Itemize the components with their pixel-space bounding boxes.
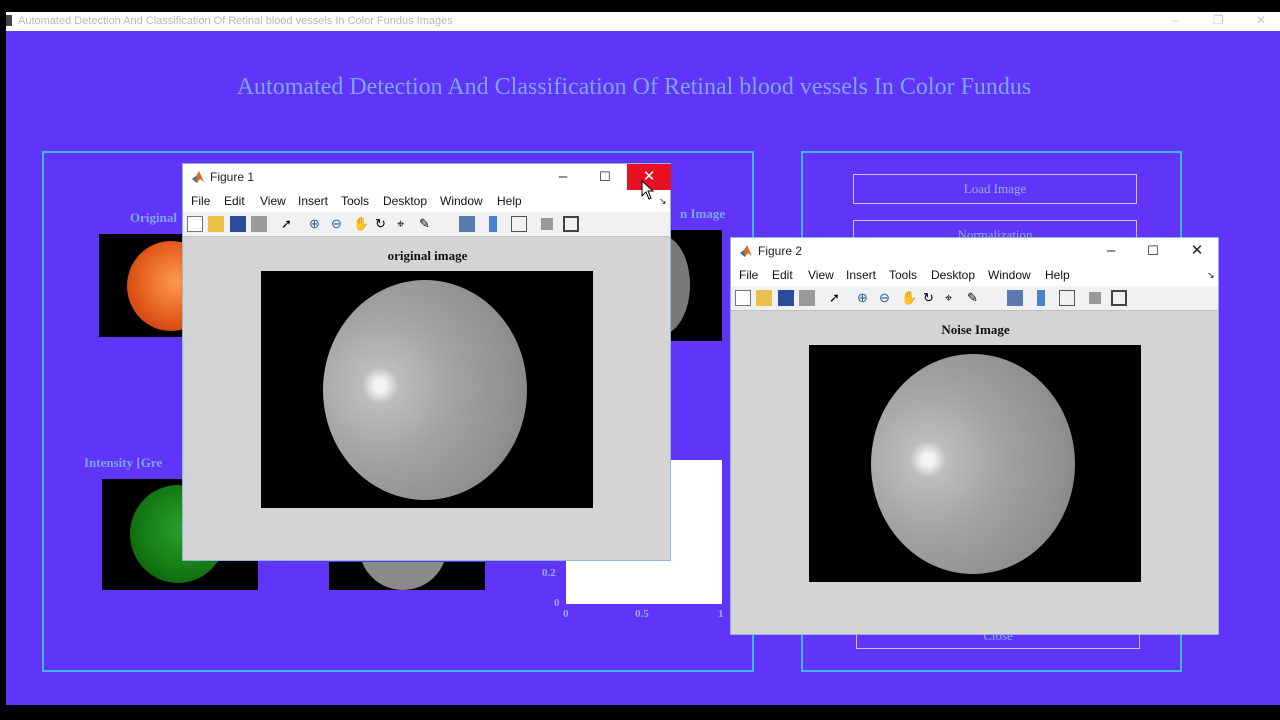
menu-window[interactable]: Window xyxy=(988,268,1031,282)
intensity-axis-title: Intensity [Gre xyxy=(84,455,163,470)
figure2-window: Figure 2 – ☐ ✕ File Edit View Insert Too… xyxy=(730,237,1219,635)
figure1-plot-title: original image xyxy=(387,248,468,263)
link-plot-icon[interactable] xyxy=(1007,290,1023,306)
legend-icon[interactable] xyxy=(1059,290,1075,306)
original-axis-title: Original xyxy=(130,210,177,225)
hide-plot-tools-icon[interactable] xyxy=(1089,292,1101,304)
minimize-icon[interactable]: – xyxy=(1172,13,1179,27)
menu-edit[interactable]: Edit xyxy=(772,268,793,282)
noise-axis-title: n Image xyxy=(680,206,726,221)
maximize-icon[interactable]: ❐ xyxy=(1213,13,1224,27)
menu-tools[interactable]: Tools xyxy=(889,268,917,282)
figure1-menubar: File Edit View Insert Tools Desktop Wind… xyxy=(183,190,670,212)
noise-image-partial xyxy=(670,230,722,341)
zoom-out-icon[interactable]: ⊖ xyxy=(879,290,895,306)
figure1-title: Figure 1 xyxy=(210,170,255,184)
menu-view[interactable]: View xyxy=(260,194,286,208)
menu-file[interactable]: File xyxy=(191,194,210,208)
figure2-plot-title: Noise Image xyxy=(941,322,1010,337)
show-plot-tools-icon[interactable] xyxy=(563,216,579,232)
menu-insert[interactable]: Insert xyxy=(298,194,328,208)
matlab-logo-icon xyxy=(192,171,204,183)
noise-grayscale-image xyxy=(809,345,1141,582)
figure2-titlebar: Figure 2 – ☐ ✕ xyxy=(731,238,1218,264)
pan-hand-icon[interactable]: ✋ xyxy=(901,290,917,306)
y-tick-label: 0.2 xyxy=(542,567,556,579)
data-cursor-icon[interactable]: ⌖ xyxy=(945,290,961,306)
link-plot-icon[interactable] xyxy=(459,216,475,232)
print-icon[interactable] xyxy=(799,290,815,306)
load-image-button[interactable]: Load Image xyxy=(853,174,1137,204)
menu-tools[interactable]: Tools xyxy=(341,194,369,208)
minimize-icon[interactable]: – xyxy=(541,166,585,190)
menu-window[interactable]: Window xyxy=(440,194,483,208)
x-tick-label: 0.5 xyxy=(635,608,649,620)
minimize-icon[interactable]: – xyxy=(1089,240,1133,264)
menu-file[interactable]: File xyxy=(739,268,758,282)
main-window-titlebar: Automated Detection And Classification O… xyxy=(6,12,1280,31)
page-title: Automated Detection And Classification O… xyxy=(236,74,1032,100)
open-folder-icon[interactable] xyxy=(756,290,772,306)
menu-view[interactable]: View xyxy=(808,268,834,282)
figure1-titlebar: Figure 1 – ☐ ✕ xyxy=(183,164,671,190)
colorbar-icon[interactable] xyxy=(489,216,497,232)
figure1-toolbar: ➚ ⊕ ⊖ ✋ ↻ ⌖ ✎ xyxy=(183,212,670,237)
original-grayscale-image xyxy=(261,271,593,508)
filtered-image-partial xyxy=(329,562,485,590)
figure2-toolbar: ➚ ⊕ ⊖ ✋ ↻ ⌖ ✎ xyxy=(731,286,1218,311)
show-plot-tools-icon[interactable] xyxy=(1111,290,1127,306)
maximize-icon[interactable]: ☐ xyxy=(583,166,627,190)
mouse-cursor-icon xyxy=(641,180,655,200)
rotate-3d-icon[interactable]: ↻ xyxy=(375,216,391,232)
zoom-out-icon[interactable]: ⊖ xyxy=(331,216,347,232)
dock-arrow-icon[interactable]: ↘ xyxy=(659,196,667,207)
legend-icon[interactable] xyxy=(511,216,527,232)
hide-plot-tools-icon[interactable] xyxy=(541,218,553,230)
pan-hand-icon[interactable]: ✋ xyxy=(353,216,369,232)
matlab-logo-icon xyxy=(740,245,752,257)
dock-arrow-icon[interactable]: ↘ xyxy=(1207,270,1215,281)
data-cursor-icon[interactable]: ⌖ xyxy=(397,216,413,232)
x-tick-label: 1 xyxy=(718,608,724,620)
figure1-window: Figure 1 – ☐ ✕ File Edit View Insert Too… xyxy=(182,163,671,561)
menu-help[interactable]: Help xyxy=(497,194,522,208)
figure2-menubar: File Edit View Insert Tools Desktop Wind… xyxy=(731,264,1218,286)
zoom-in-icon[interactable]: ⊕ xyxy=(857,290,873,306)
menu-insert[interactable]: Insert xyxy=(846,268,876,282)
menu-desktop[interactable]: Desktop xyxy=(931,268,975,282)
print-icon[interactable] xyxy=(251,216,267,232)
menu-help[interactable]: Help xyxy=(1045,268,1070,282)
x-tick-label: 0 xyxy=(563,608,569,620)
close-icon[interactable]: ✕ xyxy=(1175,240,1219,264)
app-icon xyxy=(6,15,12,26)
brush-icon[interactable]: ✎ xyxy=(419,216,435,232)
new-file-icon[interactable] xyxy=(187,216,203,232)
zoom-in-icon[interactable]: ⊕ xyxy=(309,216,325,232)
rotate-3d-icon[interactable]: ↻ xyxy=(923,290,939,306)
brush-icon[interactable]: ✎ xyxy=(967,290,983,306)
save-icon[interactable] xyxy=(230,216,246,232)
pointer-icon[interactable]: ➚ xyxy=(829,290,845,306)
close-icon[interactable]: ✕ xyxy=(1256,13,1266,27)
maximize-icon[interactable]: ☐ xyxy=(1131,240,1175,264)
save-icon[interactable] xyxy=(778,290,794,306)
main-window-title: Automated Detection And Classification O… xyxy=(18,15,453,27)
figure2-title: Figure 2 xyxy=(758,244,803,258)
new-file-icon[interactable] xyxy=(735,290,751,306)
y-tick-label: 0 xyxy=(554,597,560,609)
pointer-icon[interactable]: ➚ xyxy=(281,216,297,232)
menu-edit[interactable]: Edit xyxy=(224,194,245,208)
colorbar-icon[interactable] xyxy=(1037,290,1045,306)
menu-desktop[interactable]: Desktop xyxy=(383,194,427,208)
open-folder-icon[interactable] xyxy=(208,216,224,232)
